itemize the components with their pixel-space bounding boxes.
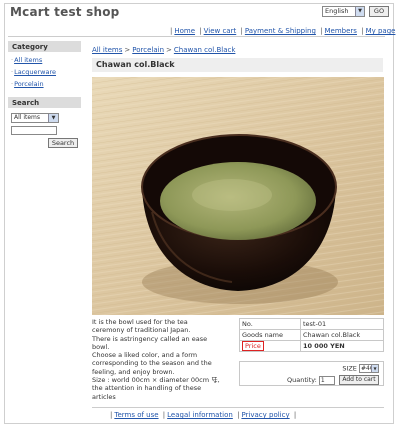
search-scope-select[interactable]: All items ▼ [11, 113, 59, 123]
table-row: No. test-01 [239, 318, 384, 330]
breadcrumb: All items > Porcelain > Chawan col.Black [92, 46, 236, 54]
product-image [92, 77, 384, 315]
tea-bowl-photo [92, 77, 384, 315]
go-button[interactable]: GO [369, 6, 389, 17]
bullet-icon: · [11, 80, 14, 88]
product-description: It is the bowl used for the tea ceremony… [92, 318, 220, 401]
search-button[interactable]: Search [48, 138, 78, 148]
product-spec-table: No. test-01 Goods name Chawan col.Black … [239, 318, 384, 352]
spec-price-value: 10 000 YEN [300, 340, 384, 352]
quantity-input[interactable]: 1 [318, 375, 335, 385]
nav-my-page[interactable]: My page [366, 27, 396, 35]
search-heading: Search [8, 97, 81, 108]
nav-payment-shipping[interactable]: Payment & Shipping [245, 27, 316, 35]
category-heading: Category [8, 41, 81, 52]
bullet-icon: · [11, 56, 14, 64]
header-divider [8, 36, 385, 37]
quantity-label: Quantity: [287, 376, 317, 384]
footer-privacy-policy[interactable]: Privacy policy [241, 411, 289, 419]
chevron-down-icon: ▼ [371, 365, 378, 372]
nav-members[interactable]: Members [325, 27, 357, 35]
breadcrumb-porcelain[interactable]: Porcelain [132, 46, 164, 54]
spec-goods-value: Chawan col.Black [300, 329, 384, 341]
language-value: English [325, 7, 349, 15]
nav-view-cart[interactable]: View cart [204, 27, 237, 35]
search-box: Search All items ▼ Search [8, 97, 81, 150]
category-box: Category ·All items ·Lacquerware ·Porcel… [8, 41, 81, 92]
footer-divider [92, 407, 384, 408]
product-title: Chawan col.Black [92, 58, 383, 72]
footer-navigation: | Terms of use | Leagal information | Priva… [110, 411, 297, 419]
shop-title[interactable]: Mcart test shop [10, 5, 119, 19]
breadcrumb-product[interactable]: Chawan col.Black [174, 46, 236, 54]
bullet-icon: · [11, 68, 14, 76]
size-select[interactable]: #46 ▼ [359, 364, 379, 373]
top-navigation: | Home | View cart | Payment & Shipping | Me… [170, 27, 396, 35]
sidebar-item-all-items[interactable]: ·All items [11, 54, 78, 66]
table-row: Goods name Chawan col.Black [239, 329, 384, 341]
spec-no-label: No. [239, 318, 301, 330]
spec-no-value: test-01 [300, 318, 384, 330]
nav-home[interactable]: Home [174, 27, 195, 35]
size-label: SIZE [342, 364, 357, 373]
chevron-down-icon: ▼ [48, 114, 58, 122]
sidebar-item-porcelain[interactable]: ·Porcelain [11, 78, 78, 90]
add-to-cart-button[interactable]: Add to cart [339, 375, 379, 385]
spec-goods-label: Goods name [239, 329, 301, 341]
add-to-cart-box: SIZE #46 ▼ Quantity: 1 Add to cart [239, 361, 384, 386]
spec-price-label: Price [242, 341, 264, 351]
chevron-down-icon: ▼ [355, 7, 364, 16]
breadcrumb-all-items[interactable]: All items [92, 46, 122, 54]
search-input[interactable] [11, 126, 57, 135]
footer-legal-information[interactable]: Leagal information [167, 411, 233, 419]
language-select[interactable]: English ▼ [322, 6, 365, 17]
sidebar-item-lacquerware[interactable]: ·Lacquerware [11, 66, 78, 78]
table-row: Price 10 000 YEN [239, 340, 384, 352]
footer-terms-of-use[interactable]: Terms of use [114, 411, 158, 419]
